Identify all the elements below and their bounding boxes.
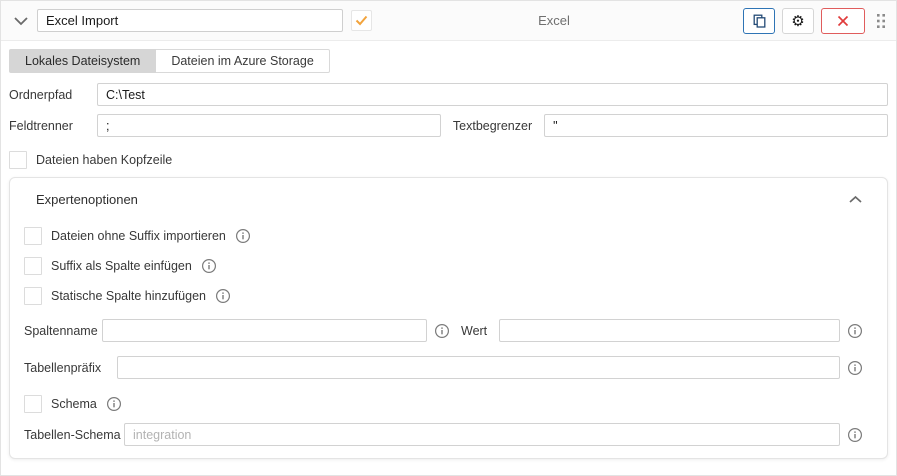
- import-without-suffix-row: Dateien ohne Suffix importieren: [24, 227, 863, 245]
- settings-button[interactable]: ⚙: [782, 8, 814, 34]
- close-icon: [837, 15, 849, 27]
- gear-icon: ⚙: [791, 12, 804, 30]
- files-have-header-checkbox[interactable]: [9, 151, 27, 169]
- info-icon[interactable]: [201, 258, 217, 274]
- schema-label: Schema: [51, 397, 97, 411]
- info-icon[interactable]: [235, 228, 251, 244]
- valid-check-badge: [351, 10, 372, 31]
- import-without-suffix-checkbox[interactable]: [24, 227, 42, 245]
- files-have-header-row: Dateien haben Kopfzeile: [9, 151, 888, 169]
- value-input[interactable]: [499, 319, 840, 342]
- column-name-value-row: Spaltenname Wert: [24, 319, 863, 342]
- static-column-label: Statische Spalte hinzufügen: [51, 289, 206, 303]
- files-have-header-label: Dateien haben Kopfzeile: [36, 153, 172, 167]
- schema-checkbox[interactable]: [24, 395, 42, 413]
- connector-type-label: Excel: [372, 13, 736, 28]
- import-name-input[interactable]: [37, 9, 343, 32]
- value-label: Wert: [461, 324, 487, 338]
- folder-path-row: Ordnerpfad: [9, 83, 888, 106]
- column-name-input[interactable]: [102, 319, 427, 342]
- header-bar: Excel ⚙: [1, 1, 896, 41]
- table-prefix-row: Tabellenpräfix: [24, 356, 863, 379]
- import-without-suffix-label: Dateien ohne Suffix importieren: [51, 229, 226, 243]
- separator-row: Feldtrenner Textbegrenzer: [9, 114, 888, 137]
- drag-handle[interactable]: [877, 13, 886, 29]
- expert-options-panel: Expertenoptionen Dateien ohne Suffix imp…: [9, 177, 888, 459]
- suffix-as-column-label: Suffix als Spalte einfügen: [51, 259, 192, 273]
- static-column-checkbox[interactable]: [24, 287, 42, 305]
- table-schema-label: Tabellen-Schema: [24, 428, 124, 442]
- suffix-as-column-row: Suffix als Spalte einfügen: [24, 257, 863, 275]
- table-schema-row: Tabellen-Schema: [24, 423, 863, 446]
- column-name-label: Spaltenname: [24, 324, 102, 338]
- static-column-row: Statische Spalte hinzufügen: [24, 287, 863, 305]
- expert-panel-header[interactable]: Expertenoptionen: [24, 192, 863, 207]
- folder-path-input[interactable]: [97, 83, 888, 106]
- delete-button[interactable]: [821, 8, 865, 34]
- text-delimiter-input[interactable]: [544, 114, 888, 137]
- copy-icon: [753, 14, 766, 28]
- table-schema-input[interactable]: [124, 423, 840, 446]
- table-prefix-input[interactable]: [117, 356, 840, 379]
- suffix-as-column-checkbox[interactable]: [24, 257, 42, 275]
- excel-import-widget: Excel ⚙ Lokales Dateis: [0, 0, 897, 476]
- text-delimiter-label: Textbegrenzer: [453, 119, 532, 133]
- info-icon[interactable]: [215, 288, 231, 304]
- duplicate-button[interactable]: [743, 8, 775, 34]
- info-icon[interactable]: [847, 427, 863, 443]
- field-separator-label: Feldtrenner: [9, 119, 97, 133]
- folder-path-label: Ordnerpfad: [9, 88, 97, 102]
- collapse-chevron-down-icon[interactable]: [13, 16, 29, 26]
- info-icon[interactable]: [847, 360, 863, 376]
- field-separator-input[interactable]: [97, 114, 441, 137]
- info-icon[interactable]: [847, 323, 863, 339]
- content-area: Lokales Dateisystem Dateien im Azure Sto…: [1, 41, 896, 459]
- schema-row: Schema: [24, 395, 863, 413]
- tab-azure-storage[interactable]: Dateien im Azure Storage: [156, 49, 329, 73]
- source-tabs: Lokales Dateisystem Dateien im Azure Sto…: [9, 49, 330, 73]
- tab-local-filesystem[interactable]: Lokales Dateisystem: [9, 49, 156, 73]
- grip-dots-icon: [877, 13, 886, 29]
- expert-panel-title: Expertenoptionen: [36, 192, 138, 207]
- info-icon[interactable]: [434, 323, 450, 339]
- table-prefix-label: Tabellenpräfix: [24, 361, 117, 375]
- check-icon: [355, 15, 368, 26]
- info-icon[interactable]: [106, 396, 122, 412]
- collapse-chevron-up-icon[interactable]: [848, 195, 863, 204]
